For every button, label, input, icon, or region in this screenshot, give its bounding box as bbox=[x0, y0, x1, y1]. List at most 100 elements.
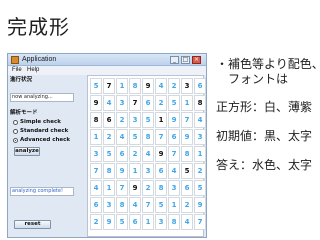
sudoku-cell[interactable]: 3 bbox=[181, 78, 193, 94]
sudoku-cell[interactable]: 5 bbox=[90, 78, 102, 94]
sudoku-cell[interactable]: 3 bbox=[103, 197, 115, 213]
sudoku-cell[interactable]: 3 bbox=[194, 129, 206, 145]
sudoku-cell[interactable]: 5 bbox=[181, 163, 193, 179]
sudoku-cell[interactable]: 4 bbox=[142, 146, 154, 162]
minimize-icon[interactable]: _ bbox=[170, 56, 179, 64]
sudoku-cell[interactable]: 6 bbox=[90, 197, 102, 213]
sudoku-cell[interactable]: 2 bbox=[103, 129, 115, 145]
sudoku-cell[interactable]: 8 bbox=[129, 78, 141, 94]
sudoku-cell[interactable]: 1 bbox=[90, 129, 102, 145]
analyze-button[interactable]: analyze bbox=[14, 147, 40, 156]
sudoku-cell[interactable]: 8 bbox=[194, 95, 206, 111]
sudoku-cell[interactable]: 3 bbox=[129, 112, 141, 128]
mode-heading: 解析モード bbox=[10, 110, 38, 116]
sudoku-cell[interactable]: 2 bbox=[90, 214, 102, 230]
sudoku-cell[interactable]: 4 bbox=[129, 197, 141, 213]
sudoku-grid: 5718942369437625188623519741245876933562… bbox=[87, 75, 206, 237]
sudoku-cell[interactable]: 6 bbox=[103, 112, 115, 128]
sudoku-cell[interactable]: 2 bbox=[142, 180, 154, 196]
sudoku-cell[interactable]: 2 bbox=[194, 163, 206, 179]
sudoku-cell[interactable]: 9 bbox=[90, 95, 102, 111]
sudoku-cell[interactable]: 3 bbox=[155, 214, 167, 230]
sudoku-cell[interactable]: 9 bbox=[116, 163, 128, 179]
sudoku-cell[interactable]: 6 bbox=[129, 214, 141, 230]
sudoku-cell[interactable]: 7 bbox=[181, 112, 193, 128]
sudoku-cell[interactable]: 2 bbox=[129, 146, 141, 162]
sudoku-cell[interactable]: 9 bbox=[142, 78, 154, 94]
sudoku-cell[interactable]: 1 bbox=[142, 214, 154, 230]
sudoku-cell[interactable]: 3 bbox=[90, 146, 102, 162]
sudoku-cell[interactable]: 7 bbox=[155, 129, 167, 145]
sudoku-cell[interactable]: 2 bbox=[181, 197, 193, 213]
sudoku-cell[interactable]: 7 bbox=[90, 163, 102, 179]
sudoku-cell[interactable]: 1 bbox=[116, 78, 128, 94]
sudoku-cell[interactable]: 4 bbox=[103, 95, 115, 111]
sudoku-cell[interactable]: 8 bbox=[90, 112, 102, 128]
sudoku-cell[interactable]: 5 bbox=[142, 112, 154, 128]
sudoku-cell[interactable]: 5 bbox=[155, 197, 167, 213]
sudoku-cell[interactable]: 1 bbox=[103, 180, 115, 196]
reset-button[interactable]: reset bbox=[14, 220, 51, 229]
sudoku-cell[interactable]: 6 bbox=[155, 163, 167, 179]
sudoku-cell[interactable]: 8 bbox=[103, 163, 115, 179]
sudoku-cell[interactable]: 3 bbox=[168, 180, 180, 196]
sudoku-cell[interactable]: 9 bbox=[168, 112, 180, 128]
sudoku-cell[interactable]: 8 bbox=[168, 214, 180, 230]
sudoku-cell[interactable]: 8 bbox=[116, 197, 128, 213]
sudoku-cell[interactable]: 6 bbox=[194, 78, 206, 94]
sudoku-cell[interactable]: 2 bbox=[155, 95, 167, 111]
sudoku-cell[interactable]: 3 bbox=[116, 95, 128, 111]
sudoku-cell[interactable]: 7 bbox=[103, 78, 115, 94]
sudoku-cell[interactable]: 5 bbox=[168, 95, 180, 111]
sudoku-cell[interactable]: 6 bbox=[181, 180, 193, 196]
menu-file[interactable]: File bbox=[12, 66, 22, 75]
sudoku-cell[interactable]: 9 bbox=[103, 214, 115, 230]
sudoku-cell[interactable]: 4 bbox=[194, 112, 206, 128]
radio-advanced-check[interactable] bbox=[13, 138, 18, 143]
sudoku-cell[interactable]: 9 bbox=[155, 146, 167, 162]
sudoku-cell[interactable]: 6 bbox=[168, 129, 180, 145]
sudoku-cell[interactable]: 6 bbox=[116, 146, 128, 162]
sudoku-cell[interactable]: 7 bbox=[116, 180, 128, 196]
sudoku-cell[interactable]: 7 bbox=[129, 95, 141, 111]
sudoku-cell[interactable]: 1 bbox=[194, 146, 206, 162]
sudoku-cell[interactable]: 9 bbox=[194, 197, 206, 213]
radio-standard-check[interactable] bbox=[13, 129, 18, 134]
radio-label-standard: Standard check bbox=[20, 128, 69, 134]
sudoku-cell[interactable]: 9 bbox=[129, 180, 141, 196]
slide-notes: ・補色等より配色、 フォントは 正方形：白、薄紫 初期値：黒、太字 答え：水色、… bbox=[216, 57, 320, 172]
sudoku-cell[interactable]: 6 bbox=[142, 95, 154, 111]
window-title: Application bbox=[22, 56, 57, 63]
sudoku-cell[interactable]: 1 bbox=[168, 197, 180, 213]
sudoku-cell[interactable]: 4 bbox=[155, 78, 167, 94]
sudoku-cell[interactable]: 8 bbox=[142, 129, 154, 145]
sudoku-cell[interactable]: 1 bbox=[155, 112, 167, 128]
sudoku-cell[interactable]: 8 bbox=[181, 146, 193, 162]
sudoku-cell[interactable]: 1 bbox=[181, 95, 193, 111]
menu-help[interactable]: Help bbox=[27, 66, 39, 75]
sudoku-cell[interactable]: 7 bbox=[168, 146, 180, 162]
sudoku-cell[interactable]: 4 bbox=[116, 129, 128, 145]
window-titlebar[interactable]: Application _ □ × bbox=[8, 54, 206, 66]
sudoku-cell[interactable]: 5 bbox=[194, 180, 206, 196]
close-icon[interactable]: × bbox=[192, 56, 201, 64]
sudoku-cell[interactable]: 7 bbox=[142, 197, 154, 213]
sudoku-cell[interactable]: 4 bbox=[90, 180, 102, 196]
sudoku-cell[interactable]: 4 bbox=[181, 214, 193, 230]
application-window: Application _ □ × File Help 進行状況 now ana… bbox=[7, 53, 207, 238]
sudoku-cell[interactable]: 9 bbox=[181, 129, 193, 145]
note-line-1: ・補色等より配色、 bbox=[216, 57, 320, 71]
sudoku-cell[interactable]: 2 bbox=[116, 112, 128, 128]
sudoku-cell[interactable]: 8 bbox=[155, 180, 167, 196]
radio-simple-check[interactable] bbox=[13, 120, 18, 125]
sudoku-cell[interactable]: 5 bbox=[103, 146, 115, 162]
sudoku-cell[interactable]: 5 bbox=[116, 214, 128, 230]
sudoku-cell[interactable]: 5 bbox=[129, 129, 141, 145]
note-line-5: 答え：水色、太字 bbox=[216, 158, 313, 172]
maximize-icon[interactable]: □ bbox=[181, 56, 190, 64]
sudoku-cell[interactable]: 3 bbox=[142, 163, 154, 179]
sudoku-cell[interactable]: 7 bbox=[194, 214, 206, 230]
sudoku-cell[interactable]: 1 bbox=[129, 163, 141, 179]
sudoku-cell[interactable]: 2 bbox=[168, 78, 180, 94]
sudoku-cell[interactable]: 4 bbox=[168, 163, 180, 179]
